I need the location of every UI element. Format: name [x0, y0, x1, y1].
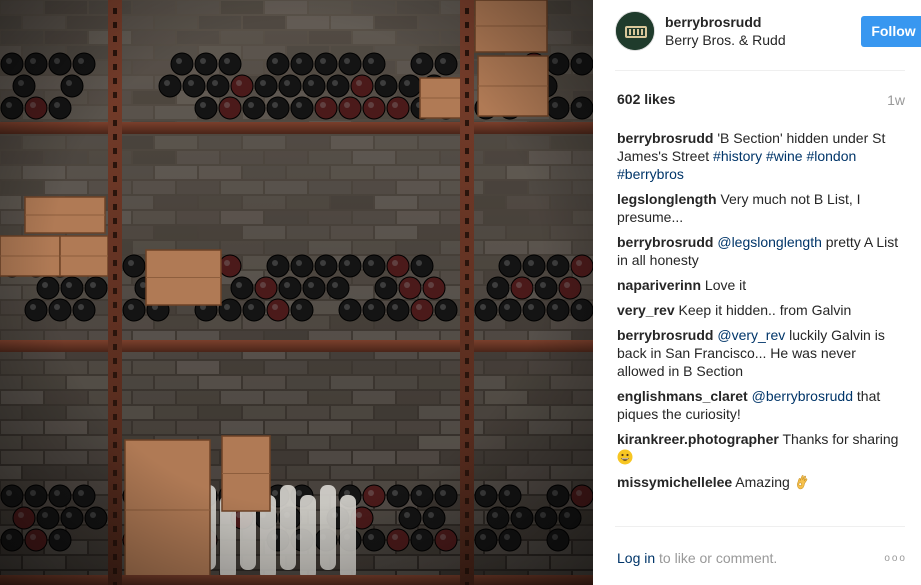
comment-username[interactable]: berrybrosrudd [617, 130, 713, 146]
berry-bros-logo-icon [616, 12, 654, 50]
comment-text: Amazing [732, 474, 794, 490]
comment-username[interactable]: berrybrosrudd [617, 327, 713, 343]
comment-item: missymichellelee Amazing [617, 473, 905, 491]
mention-link[interactable]: @berrybrosrudd [752, 388, 853, 404]
hashtag-link[interactable]: #history [713, 148, 762, 164]
comment-text: Love it [701, 277, 747, 293]
post-username[interactable]: berrybrosrudd [665, 14, 761, 30]
login-prompt: Log in to like or comment. [617, 550, 777, 566]
comment-username[interactable]: berrybrosrudd [617, 234, 713, 250]
avatar[interactable] [615, 11, 655, 51]
comment-text: Keep it hidden.. from Galvin [674, 302, 852, 318]
mention-link[interactable]: @very_rev [717, 327, 785, 343]
post-details-panel: berrybrosrudd Berry Bros. & Rudd Follow … [593, 0, 921, 585]
hashtag-link[interactable]: #berrybros [617, 166, 684, 182]
ok-hand-emoji [794, 474, 810, 490]
comment-username[interactable]: englishmans_claret [617, 388, 748, 404]
post-header: berrybrosrudd Berry Bros. & Rudd Follow [615, 11, 921, 55]
comment-item: legslonglength Very much not B List, I p… [617, 190, 905, 226]
comment-item: kirankreer.photographer Thanks for shari… [617, 430, 905, 466]
comment-item: berrybrosrudd 'B Section' hidden under S… [617, 129, 905, 183]
comment-username[interactable]: very_rev [617, 302, 675, 318]
hashtag-link[interactable]: #london [806, 148, 856, 164]
likes-count[interactable]: 602 likes [617, 91, 675, 107]
comment-username[interactable]: napariverinn [617, 277, 701, 293]
comment-username[interactable]: legslonglength [617, 191, 717, 207]
follow-button[interactable]: Follow [861, 16, 921, 47]
comment-username[interactable]: kirankreer.photographer [617, 431, 779, 447]
mention-link[interactable]: @legslonglength [717, 234, 822, 250]
login-link[interactable]: Log in [617, 550, 655, 566]
wine-cellar-photo [0, 0, 593, 585]
grinning-face-emoji [617, 449, 633, 465]
more-options-button[interactable]: ooo [884, 553, 907, 564]
comment-text: Thanks for sharing [778, 431, 899, 447]
hashtag-link[interactable]: #wine [766, 148, 803, 164]
comment-item: very_rev Keep it hidden.. from Galvin [617, 301, 905, 319]
post-photo[interactable] [0, 0, 593, 585]
comment-item: napariverinn Love it [617, 276, 905, 294]
header-divider [615, 70, 905, 71]
post-fullname: Berry Bros. & Rudd [665, 32, 786, 48]
post-time[interactable]: 1w [887, 92, 905, 108]
comment-username[interactable]: missymichellelee [617, 474, 732, 490]
footer-divider [615, 526, 905, 527]
comment-item: berrybrosrudd @legslonglength pretty A L… [617, 233, 905, 269]
comment-item: berrybrosrudd @very_rev luckily Galvin i… [617, 326, 905, 380]
comments-list: berrybrosrudd 'B Section' hidden under S… [617, 129, 905, 498]
login-prompt-text: to like or comment. [655, 550, 778, 566]
comment-item: englishmans_claret @berrybrosrudd that p… [617, 387, 905, 423]
